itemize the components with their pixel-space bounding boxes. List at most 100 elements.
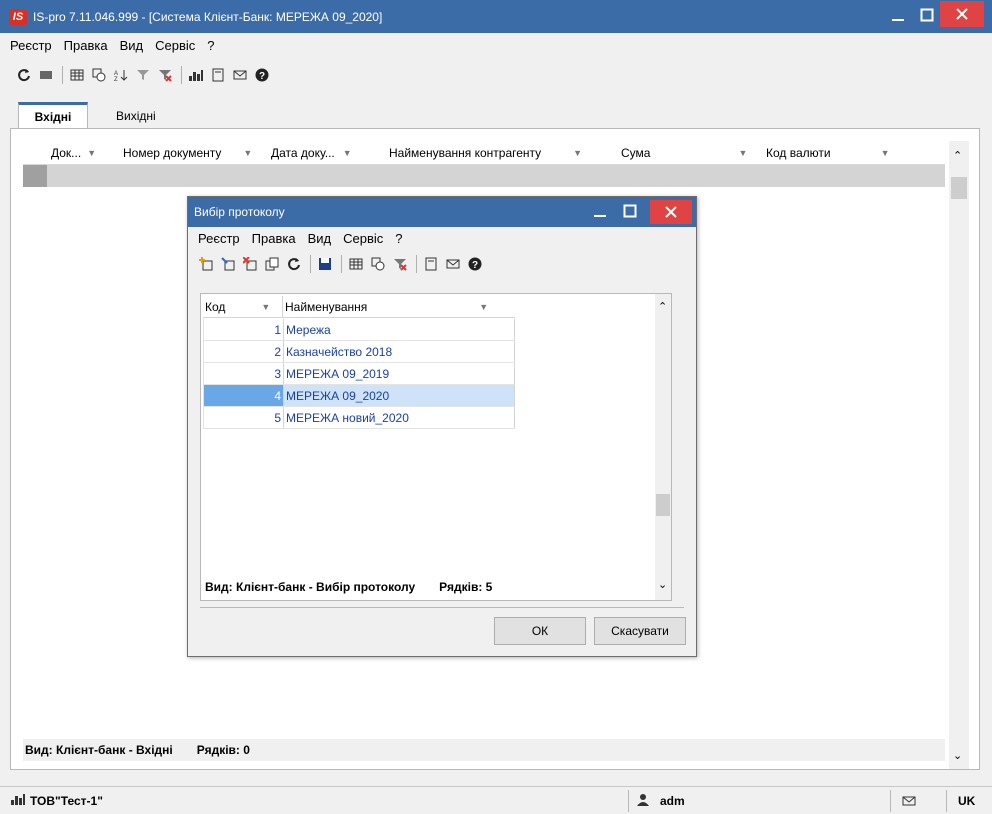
dialog-menu-view[interactable]: Вид bbox=[308, 231, 332, 246]
dialog-title: Вибір протоколу bbox=[194, 205, 285, 219]
app-logo: IS bbox=[9, 8, 27, 25]
dialog-scrollbar[interactable]: ⌃ ⌄ bbox=[655, 294, 671, 600]
clear-filter-icon[interactable] bbox=[155, 65, 175, 85]
footer-rows: Рядків: 0 bbox=[196, 743, 250, 757]
menu-edit[interactable]: Правка bbox=[64, 38, 108, 53]
filter-arrow-icon[interactable]: ▼ bbox=[881, 148, 890, 158]
scroll-down-icon[interactable]: ⌄ bbox=[953, 749, 962, 762]
grid-empty-row[interactable] bbox=[23, 165, 945, 187]
dialog-footer-view: Вид: Клієнт-банк - Вибір протоколу bbox=[205, 580, 416, 594]
tab-incoming[interactable]: Вхідні bbox=[18, 102, 88, 129]
list-item[interactable]: 1 Мережа bbox=[204, 319, 515, 341]
list-item[interactable]: 2 Казначейство 2018 bbox=[204, 341, 515, 363]
toolbar-separator bbox=[310, 255, 311, 273]
dialog-menu-help[interactable]: ? bbox=[395, 231, 402, 246]
dialog-divider bbox=[200, 607, 684, 608]
help-icon[interactable]: ? bbox=[252, 65, 272, 85]
svg-text:Z: Z bbox=[114, 77, 118, 82]
dialog-maximize-button[interactable] bbox=[616, 197, 644, 225]
column-header-code[interactable]: Код ▼ bbox=[203, 296, 283, 317]
clear-filter-icon[interactable] bbox=[390, 254, 410, 274]
scroll-up-icon[interactable]: ⌃ bbox=[658, 300, 667, 313]
chart-icon[interactable] bbox=[186, 65, 206, 85]
protocol-dialog: Вибір протоколу Реєстр Правка Вид Сервіс… bbox=[187, 196, 697, 657]
filter-arrow-icon[interactable]: ▼ bbox=[479, 302, 488, 312]
toolbar-separator bbox=[341, 255, 342, 273]
clock-copy-icon[interactable] bbox=[368, 254, 388, 274]
document-icon[interactable] bbox=[208, 65, 228, 85]
ok-button[interactable]: ОК bbox=[494, 617, 586, 645]
sort-icon[interactable]: AZ bbox=[111, 65, 131, 85]
copy-icon[interactable] bbox=[262, 254, 282, 274]
dialog-menu-registry[interactable]: Реєстр bbox=[198, 231, 240, 246]
dialog-close-button[interactable] bbox=[650, 200, 692, 224]
column-header-date[interactable]: Дата доку... ▼ bbox=[267, 141, 385, 164]
scroll-up-icon[interactable]: ⌃ bbox=[953, 149, 962, 162]
filter-arrow-icon[interactable]: ▼ bbox=[87, 148, 96, 158]
dialog-footer-rows: Рядків: 5 bbox=[439, 580, 493, 594]
filter-arrow-icon[interactable]: ▼ bbox=[573, 148, 582, 158]
list-item-selected[interactable]: 4 МЕРЕЖА 09_2020 bbox=[204, 385, 515, 407]
stop-icon[interactable] bbox=[36, 65, 56, 85]
window-title: IS-pro 7.11.046.999 - [Система Клієнт-Ба… bbox=[33, 9, 383, 24]
toolbar-separator bbox=[181, 66, 182, 84]
save-icon[interactable] bbox=[315, 254, 335, 274]
scroll-down-icon[interactable]: ⌄ bbox=[658, 578, 667, 591]
column-header-currency[interactable]: Код валюти ▼ bbox=[762, 141, 912, 164]
mail-icon[interactable] bbox=[443, 254, 463, 274]
column-header-doc[interactable]: Док... ▼ bbox=[47, 141, 119, 164]
dialog-menu: Реєстр Правка Вид Сервіс ? bbox=[188, 227, 696, 249]
refresh-icon[interactable] bbox=[14, 65, 34, 85]
refresh-icon[interactable] bbox=[284, 254, 304, 274]
edit-icon[interactable] bbox=[218, 254, 238, 274]
help-icon[interactable]: ? bbox=[465, 254, 485, 274]
close-button[interactable] bbox=[940, 1, 984, 27]
clock-copy-icon[interactable] bbox=[89, 65, 109, 85]
dialog-title-bar: Вибір протоколу bbox=[188, 197, 696, 227]
scroll-thumb[interactable] bbox=[951, 177, 967, 199]
filter-arrow-icon[interactable]: ▼ bbox=[261, 302, 270, 312]
table-icon[interactable] bbox=[346, 254, 366, 274]
status-bar: ТОВ"Тест-1" adm UK bbox=[0, 786, 992, 814]
user-icon bbox=[636, 793, 652, 810]
dialog-grid-footer: Вид: Клієнт-банк - Вибір протоколу Рядкі… bbox=[203, 576, 653, 598]
dialog-menu-service[interactable]: Сервіс bbox=[343, 231, 383, 246]
column-header-name[interactable]: Найменування ▼ bbox=[283, 296, 514, 317]
document-icon[interactable] bbox=[421, 254, 441, 274]
menu-registry[interactable]: Реєстр bbox=[10, 38, 52, 53]
filter-arrow-icon[interactable]: ▼ bbox=[738, 148, 747, 158]
tab-outgoing[interactable]: Вихідні bbox=[106, 102, 166, 129]
mail-icon[interactable] bbox=[230, 65, 250, 85]
add-icon[interactable] bbox=[196, 254, 216, 274]
column-header-amount[interactable]: Сума ▼ bbox=[617, 141, 762, 164]
mail-icon[interactable] bbox=[902, 794, 916, 811]
scroll-thumb[interactable] bbox=[656, 494, 670, 516]
filter-arrow-icon[interactable]: ▼ bbox=[243, 148, 252, 158]
language-indicator[interactable]: UK bbox=[958, 794, 975, 808]
dialog-grid-header: Код ▼ Найменування ▼ bbox=[203, 296, 515, 318]
table-icon[interactable] bbox=[67, 65, 87, 85]
dialog-minimize-button[interactable] bbox=[586, 197, 614, 225]
grid-footer: Вид: Клієнт-банк - Вхідні Рядків: 0 bbox=[23, 739, 945, 761]
menu-service[interactable]: Сервіс bbox=[155, 38, 195, 53]
menu-view[interactable]: Вид bbox=[120, 38, 144, 53]
dialog-toolbar: ? bbox=[196, 253, 487, 275]
menu-help[interactable]: ? bbox=[207, 38, 214, 53]
filter-icon[interactable] bbox=[133, 65, 153, 85]
dialog-grid-rows: 1 Мережа 2 Казначейство 2018 3 МЕРЕЖА 09… bbox=[203, 319, 515, 429]
svg-text:?: ? bbox=[472, 260, 478, 271]
column-header-number[interactable]: Номер документу ▼ bbox=[119, 141, 267, 164]
grid-header: Док... ▼ Номер документу ▼ Дата доку... ▼ Н… bbox=[23, 141, 945, 165]
svg-text:?: ? bbox=[259, 71, 265, 82]
dialog-menu-edit[interactable]: Правка bbox=[252, 231, 296, 246]
list-item[interactable]: 5 МЕРЕЖА новий_2020 bbox=[204, 407, 515, 429]
main-scrollbar[interactable]: ⌃ ⌄ bbox=[949, 141, 969, 769]
cancel-button[interactable]: Скасувати bbox=[594, 617, 686, 645]
filter-arrow-icon[interactable]: ▼ bbox=[343, 148, 352, 158]
main-toolbar: AZ ? bbox=[14, 64, 274, 86]
company-name: ТОВ"Тест-1" bbox=[30, 793, 103, 808]
column-header-counterparty[interactable]: Найменування контрагенту ▼ bbox=[385, 141, 617, 164]
list-item[interactable]: 3 МЕРЕЖА 09_2019 bbox=[204, 363, 515, 385]
status-separator bbox=[628, 790, 629, 812]
delete-icon[interactable] bbox=[240, 254, 260, 274]
